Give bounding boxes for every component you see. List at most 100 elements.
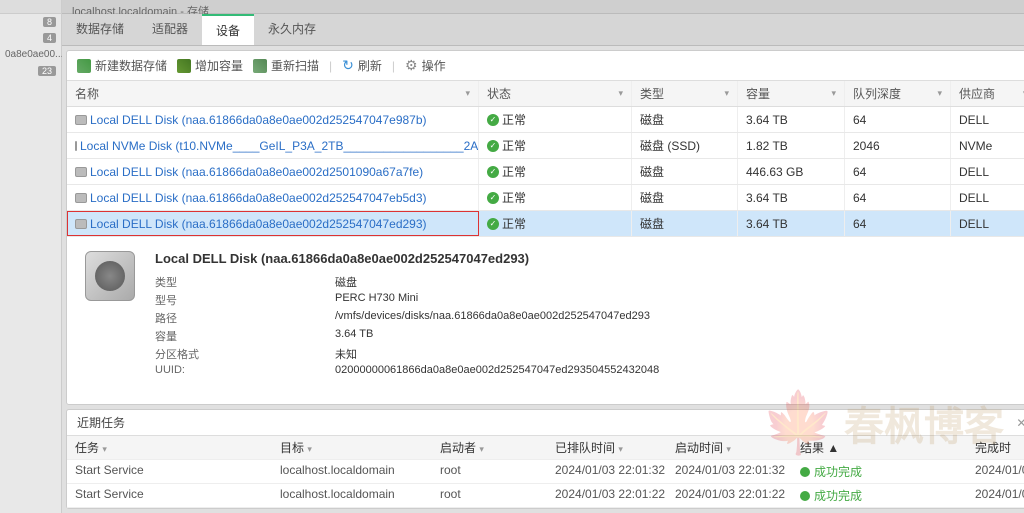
- tab-datastore[interactable]: 数据存储: [62, 14, 138, 45]
- cell-vendor: DELL: [951, 185, 1024, 210]
- cell-queue: 64: [845, 211, 951, 236]
- tcell-start: 2024/01/03 22:01:22: [667, 484, 792, 507]
- col-vendor[interactable]: 供应商▾: [951, 81, 1024, 106]
- disk-icon: [75, 115, 87, 125]
- sidebar-item-truncated[interactable]: 0a8e0ae00...: [0, 46, 61, 63]
- col-capacity[interactable]: 容量▾: [738, 81, 845, 106]
- col-queue[interactable]: 队列深度▾: [845, 81, 951, 106]
- tasks-title: 近期任务: [77, 414, 125, 431]
- kv-key: UUID:: [155, 364, 335, 376]
- cell-capacity: 1.82 TB: [738, 133, 845, 158]
- ok-icon: [800, 491, 810, 501]
- disk-icon: [75, 219, 87, 229]
- table-row[interactable]: Local DELL Disk (naa.61866da0a8e0ae002d2…: [67, 159, 1024, 185]
- cell-capacity: 3.64 TB: [738, 185, 845, 210]
- tcell-target: localhost.localdomain: [272, 484, 432, 507]
- cell-type: 磁盘 (SSD): [632, 133, 738, 158]
- table-row[interactable]: Local DELL Disk (naa.61866da0a8e0ae002d2…: [67, 107, 1024, 133]
- kv-row: UUID:02000000061866da0a8e0ae002d25254704…: [155, 364, 659, 376]
- recent-tasks: 近期任务 ✕ 任务 ▾ 目标 ▾ 启动者 ▾ 已排队时间 ▾ 启动时间 ▾ 结果…: [66, 409, 1024, 509]
- cell-type: 磁盘: [632, 159, 738, 184]
- col-type[interactable]: 类型▾: [632, 81, 738, 106]
- rescan-button[interactable]: 重新扫描: [253, 57, 319, 74]
- tab-adapter[interactable]: 适配器: [138, 14, 202, 45]
- grid-header: 名称▾ 状态▾ 类型▾ 容量▾ 队列深度▾ 供应商▾: [67, 81, 1024, 107]
- table-row[interactable]: Local DELL Disk (naa.61866da0a8e0ae002d2…: [67, 211, 1024, 237]
- tcol-task[interactable]: 任务 ▾: [67, 436, 272, 459]
- task-row[interactable]: Start Service localhost.localdomain root…: [67, 484, 1024, 508]
- cell-queue: 2046: [845, 133, 951, 158]
- main: localhost.localdomain - 存储 数据存储 适配器 设备 永…: [62, 0, 1024, 513]
- kv-value: 未知: [335, 346, 357, 362]
- tcell-comp: 2024/01/0: [967, 460, 1024, 483]
- cell-capacity: 3.64 TB: [738, 211, 845, 236]
- cell-name: Local DELL Disk (naa.61866da0a8e0ae002d2…: [90, 191, 427, 205]
- task-row[interactable]: Start Service localhost.localdomain root…: [67, 460, 1024, 484]
- tcell-init: root: [432, 460, 547, 483]
- toolbar: 新建数据存储 增加容量 重新扫描 | ↻刷新 | ⚙操作: [67, 51, 1024, 81]
- disk-icon: [75, 167, 87, 177]
- cell-name: Local DELL Disk (naa.61866da0a8e0ae002d2…: [90, 113, 427, 127]
- cell-queue: 64: [845, 107, 951, 132]
- disk-image-icon: [85, 251, 135, 301]
- refresh-icon: ↻: [342, 57, 354, 74]
- cell-capacity: 3.64 TB: [738, 107, 845, 132]
- tcell-result: 成功完成: [792, 484, 967, 507]
- tcol-queue[interactable]: 已排队时间 ▾: [547, 436, 667, 459]
- tcol-target[interactable]: 目标 ▾: [272, 436, 432, 459]
- cell-status: 正常: [502, 111, 526, 128]
- kv-key: 分区格式: [155, 346, 335, 362]
- cell-status: 正常: [502, 137, 526, 154]
- tcell-target: localhost.localdomain: [272, 460, 432, 483]
- sidebar-item[interactable]: 8: [0, 14, 61, 30]
- sort-icon: ▾: [465, 88, 470, 99]
- tcell-comp: 2024/01/0: [967, 484, 1024, 507]
- content: 新建数据存储 增加容量 重新扫描 | ↻刷新 | ⚙操作 名称▾ 状态▾ 类型▾…: [66, 50, 1024, 405]
- detail-title: Local DELL Disk (naa.61866da0a8e0ae002d2…: [155, 251, 659, 266]
- col-status[interactable]: 状态▾: [479, 81, 632, 106]
- tasks-header: 任务 ▾ 目标 ▾ 启动者 ▾ 已排队时间 ▾ 启动时间 ▾ 结果 ▲ 完成时: [67, 436, 1024, 460]
- new-datastore-button[interactable]: 新建数据存储: [77, 57, 167, 74]
- sidebar-item[interactable]: 23: [0, 63, 61, 79]
- kv-value: 3.64 TB: [335, 328, 373, 344]
- status-ok-icon: ✓: [487, 114, 499, 126]
- cell-status: 正常: [502, 189, 526, 206]
- close-icon[interactable]: ✕: [1016, 416, 1024, 430]
- cell-type: 磁盘: [632, 185, 738, 210]
- status-ok-icon: ✓: [487, 218, 499, 230]
- kv-key: 容量: [155, 328, 335, 344]
- tcol-init[interactable]: 启动者 ▾: [432, 436, 547, 459]
- cell-status: 正常: [502, 215, 526, 232]
- refresh-button[interactable]: ↻刷新: [342, 57, 382, 74]
- col-name[interactable]: 名称▾: [67, 81, 479, 106]
- expand-icon: [177, 59, 191, 73]
- device-grid: 名称▾ 状态▾ 类型▾ 容量▾ 队列深度▾ 供应商▾ Local DELL Di…: [67, 81, 1024, 237]
- kv-row: 型号PERC H730 Mini: [155, 292, 659, 308]
- tab-pmem[interactable]: 永久内存: [254, 14, 330, 45]
- kv-key: 类型: [155, 274, 335, 290]
- cell-type: 磁盘: [632, 107, 738, 132]
- sidebar-item[interactable]: 4: [0, 30, 61, 46]
- kv-row: 分区格式未知: [155, 346, 659, 362]
- tcell-result: 成功完成: [792, 460, 967, 483]
- status-ok-icon: ✓: [487, 192, 499, 204]
- tcol-start[interactable]: 启动时间 ▾: [667, 436, 792, 459]
- cell-queue: 64: [845, 185, 951, 210]
- actions-button[interactable]: ⚙操作: [405, 57, 446, 74]
- tcol-result[interactable]: 结果 ▲: [792, 436, 967, 459]
- kv-key: 型号: [155, 292, 335, 308]
- kv-key: 路径: [155, 310, 335, 326]
- tcell-queue: 2024/01/03 22:01:32: [547, 460, 667, 483]
- gear-icon: ⚙: [405, 57, 418, 74]
- tcol-comp[interactable]: 完成时: [967, 436, 1024, 459]
- tab-devices[interactable]: 设备: [202, 14, 254, 45]
- cell-queue: 64: [845, 159, 951, 184]
- tcell-queue: 2024/01/03 22:01:22: [547, 484, 667, 507]
- table-row[interactable]: Local NVMe Disk (t10.NVMe____GeIL_P3A_2T…: [67, 133, 1024, 159]
- table-row[interactable]: Local DELL Disk (naa.61866da0a8e0ae002d2…: [67, 185, 1024, 211]
- kv-value: /vmfs/devices/disks/naa.61866da0a8e0ae00…: [335, 310, 650, 326]
- expand-capacity-button[interactable]: 增加容量: [177, 57, 243, 74]
- store-icon: [77, 59, 91, 73]
- sidebar: 8 4 0a8e0ae00... 23: [0, 0, 62, 513]
- cell-capacity: 446.63 GB: [738, 159, 845, 184]
